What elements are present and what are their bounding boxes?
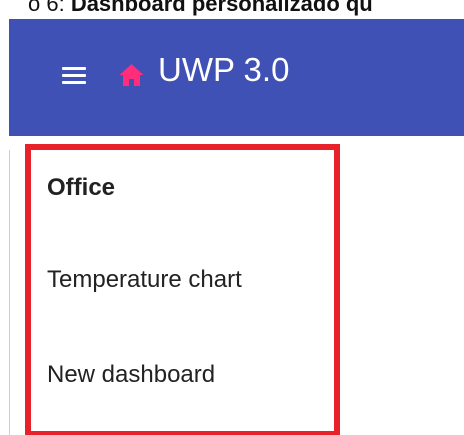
home-icon[interactable] xyxy=(119,63,144,87)
screenshot-page: o 6: Dashboard personalizado qu UWP 3.0 … xyxy=(0,0,464,435)
caption-highlight: Dashboard personalizado qu xyxy=(70,0,373,16)
caption-prefix: o 6: xyxy=(28,0,71,16)
menu-item-temperature-chart[interactable]: Temperature chart xyxy=(47,266,242,294)
sidebar-edge xyxy=(9,150,10,435)
menu-item-new-dashboard[interactable]: New dashboard xyxy=(47,361,215,389)
menu-item-office[interactable]: Office xyxy=(47,174,115,202)
app-title: UWP 3.0 xyxy=(158,51,290,88)
document-caption: o 6: Dashboard personalizado qu xyxy=(28,0,464,19)
highlighted-menu-region: Office Temperature chart New dashboard xyxy=(25,144,340,435)
home-icon-graphic xyxy=(119,64,144,86)
hamburger-menu-icon[interactable] xyxy=(62,67,86,84)
